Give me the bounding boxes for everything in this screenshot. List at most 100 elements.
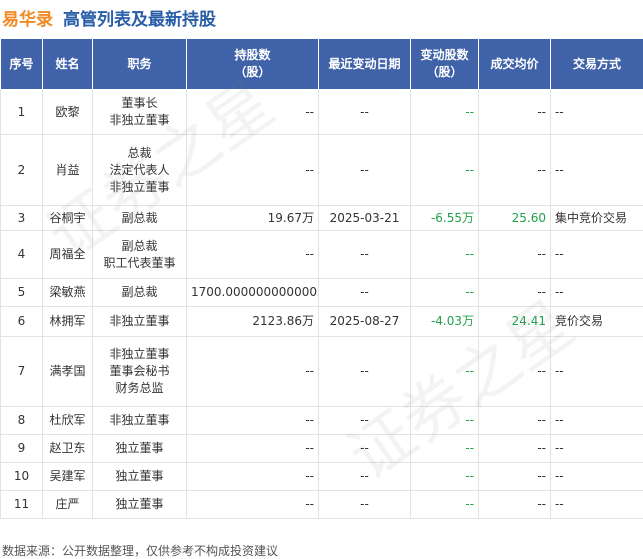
cell-position: 副总裁	[92, 278, 187, 307]
table-row: 8 杜欣军 非独立董事 -- -- -- -- --	[0, 406, 643, 435]
cell-position: 独立董事	[92, 490, 187, 519]
cell-avg-price: 24.41	[478, 306, 551, 337]
cell-avg-price: --	[478, 406, 551, 435]
cell-change-shares: --	[410, 462, 479, 491]
table-body: 1 欧黎 董事长 非独立董事 -- -- -- -- -- 2 肖益 总裁 法定代表人 非独立董事 -- --…	[0, 89, 643, 519]
cell-change-shares: -4.03万	[410, 306, 479, 337]
col-change-shares-header: 变动股数 （股）	[410, 38, 479, 90]
cell-avg-price: --	[478, 434, 551, 463]
cell-avg-price: --	[478, 89, 551, 135]
cell-trade-method: --	[550, 434, 643, 463]
cell-trade-method: 集中竞价交易	[550, 205, 643, 231]
cell-index: 1	[0, 89, 43, 135]
cell-change-date: --	[318, 89, 411, 135]
cell-position: 董事长 非独立董事	[92, 89, 187, 135]
cell-change-shares: --	[410, 230, 479, 279]
cell-position: 非独立董事	[92, 406, 187, 435]
cell-index: 6	[0, 306, 43, 337]
cell-position: 副总裁	[92, 205, 187, 231]
cell-change-shares: -6.55万	[410, 205, 479, 231]
cell-avg-price: --	[478, 490, 551, 519]
cell-avg-price: --	[478, 336, 551, 407]
cell-shares: --	[186, 462, 319, 491]
col-shares-header: 持股数 （股）	[186, 38, 319, 90]
cell-index: 9	[0, 434, 43, 463]
cell-shares: --	[186, 434, 319, 463]
cell-index: 10	[0, 462, 43, 491]
page-title: 高管列表及最新持股	[63, 9, 216, 30]
cell-change-date: --	[318, 278, 411, 307]
cell-position: 非独立董事	[92, 306, 187, 337]
cell-avg-price: --	[478, 134, 551, 206]
cell-shares: --	[186, 89, 319, 135]
cell-name: 欧黎	[42, 89, 93, 135]
cell-name: 肖益	[42, 134, 93, 206]
cell-index: 3	[0, 205, 43, 231]
cell-shares: 2123.86万	[186, 306, 319, 337]
executive-table: 序号 姓名 职务 持股数 （股） 最近变动日期 变动股数 （股） 成交均价 交易方式 1 欧黎 董事长…	[0, 38, 643, 519]
cell-avg-price: --	[478, 278, 551, 307]
cell-shares: --	[186, 134, 319, 206]
cell-change-date: 2025-08-27	[318, 306, 411, 337]
cell-name: 吴建军	[42, 462, 93, 491]
cell-shares: --	[186, 490, 319, 519]
cell-avg-price: --	[478, 230, 551, 279]
table-row: 4 周福全 副总裁 职工代表董事 -- -- -- -- --	[0, 230, 643, 279]
cell-change-shares: --	[410, 434, 479, 463]
cell-change-date: --	[318, 336, 411, 407]
cell-position: 独立董事	[92, 434, 187, 463]
col-change-date-header: 最近变动日期	[318, 38, 411, 90]
cell-change-date: 2025-03-21	[318, 205, 411, 231]
cell-trade-method: --	[550, 278, 643, 307]
cell-change-date: --	[318, 434, 411, 463]
col-position-header: 职务	[92, 38, 187, 90]
table-row: 5 梁敏燕 副总裁 1700.0000000000002 -- -- -- --	[0, 278, 643, 307]
cell-trade-method: --	[550, 490, 643, 519]
cell-position: 非独立董事 董事会秘书 财务总监	[92, 336, 187, 407]
data-source-note: 数据来源：公开数据整理，仅供参考不构成投资建议	[2, 544, 279, 558]
col-name-header: 姓名	[42, 38, 93, 90]
cell-name: 林拥军	[42, 306, 93, 337]
cell-index: 11	[0, 490, 43, 519]
cell-change-shares: --	[410, 490, 479, 519]
cell-change-shares: --	[410, 406, 479, 435]
table-row: 11 庄严 独立董事 -- -- -- -- --	[0, 490, 643, 519]
table-row: 1 欧黎 董事长 非独立董事 -- -- -- -- --	[0, 89, 643, 135]
cell-trade-method: --	[550, 230, 643, 279]
col-trade-method-header: 交易方式	[550, 38, 643, 90]
table-row: 10 吴建军 独立董事 -- -- -- -- --	[0, 462, 643, 491]
table-row: 3 谷桐宇 副总裁 19.67万 2025-03-21 -6.55万 25.60 集中竞价交易	[0, 205, 643, 231]
cell-change-shares: --	[410, 89, 479, 135]
cell-change-shares: --	[410, 336, 479, 407]
page-header: 易华录 高管列表及最新持股	[0, 0, 643, 34]
cell-trade-method: --	[550, 462, 643, 491]
cell-shares: --	[186, 230, 319, 279]
table-row: 9 赵卫东 独立董事 -- -- -- -- --	[0, 434, 643, 463]
table-row: 2 肖益 总裁 法定代表人 非独立董事 -- -- -- -- --	[0, 134, 643, 206]
table-header-row: 序号 姓名 职务 持股数 （股） 最近变动日期 变动股数 （股） 成交均价 交易方式	[0, 38, 643, 90]
cell-avg-price: 25.60	[478, 205, 551, 231]
cell-change-date: --	[318, 462, 411, 491]
cell-trade-method: 竞价交易	[550, 306, 643, 337]
table-row: 7 满孝国 非独立董事 董事会秘书 财务总监 -- -- -- -- --	[0, 336, 643, 407]
cell-name: 庄严	[42, 490, 93, 519]
cell-name: 杜欣军	[42, 406, 93, 435]
cell-index: 2	[0, 134, 43, 206]
cell-position: 副总裁 职工代表董事	[92, 230, 187, 279]
cell-name: 梁敏燕	[42, 278, 93, 307]
table-row: 6 林拥军 非独立董事 2123.86万 2025-08-27 -4.03万 24.41 竞价…	[0, 306, 643, 337]
brand-name: 易华录	[2, 9, 53, 30]
cell-shares: --	[186, 406, 319, 435]
cell-avg-price: --	[478, 462, 551, 491]
cell-position: 独立董事	[92, 462, 187, 491]
cell-trade-method: --	[550, 406, 643, 435]
cell-trade-method: --	[550, 134, 643, 206]
cell-change-shares: --	[410, 134, 479, 206]
cell-index: 5	[0, 278, 43, 307]
cell-name: 满孝国	[42, 336, 93, 407]
cell-change-date: --	[318, 406, 411, 435]
col-avg-price-header: 成交均价	[478, 38, 551, 90]
col-index-header: 序号	[0, 38, 43, 90]
cell-shares: 19.67万	[186, 205, 319, 231]
cell-trade-method: --	[550, 89, 643, 135]
